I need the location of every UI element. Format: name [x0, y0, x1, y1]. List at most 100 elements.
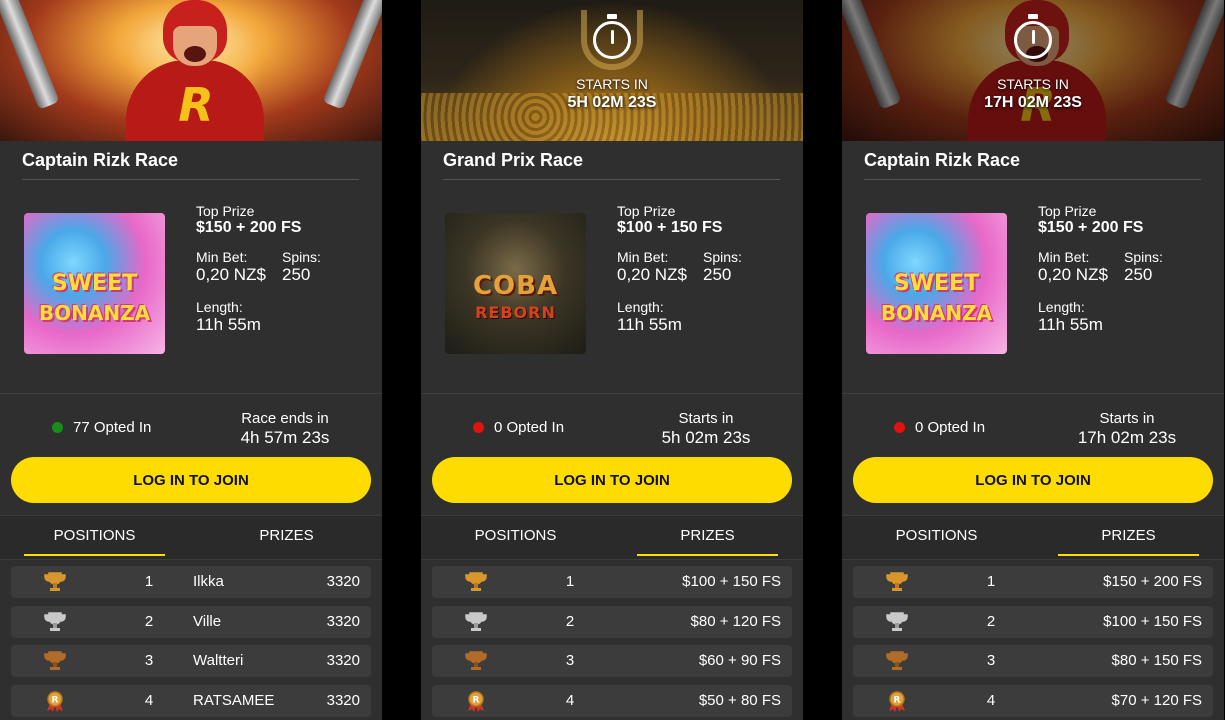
stopwatch-icon	[1013, 14, 1053, 60]
top-prize-label: Top Prize	[1038, 203, 1097, 219]
prize-value: $100 + 150 FS	[1103, 612, 1202, 630]
tab-positions[interactable]: POSITIONS	[445, 527, 586, 544]
opted-in-count: 77 Opted In	[73, 419, 152, 436]
game-logo-line1: SWEET	[893, 271, 980, 296]
prize-row: 2 $80 + 120 FS	[432, 605, 792, 638]
prize-row: 1 $100 + 150 FS	[432, 566, 792, 598]
rank: 2	[986, 612, 996, 630]
active-tab-indicator	[24, 554, 165, 556]
rank: 4	[565, 691, 575, 709]
player-name: RATSAMEE	[193, 691, 275, 709]
game-logo-line1: COBA	[472, 271, 559, 301]
prize-row: 3 $80 + 150 FS	[853, 645, 1213, 677]
race-card: R Captain Rizk Race SWEET BONANZA Top Pr…	[0, 0, 382, 720]
prize-value: $50 + 80 FS	[698, 691, 781, 709]
spins-label: Spins:	[703, 249, 742, 265]
rank: 4	[986, 691, 996, 709]
bronze-trophy-icon	[44, 651, 66, 670]
prize-row: 3 $60 + 90 FS	[432, 645, 792, 677]
starts-in-label: STARTS IN	[576, 76, 648, 92]
prize-value: $150 + 200 FS	[1103, 573, 1202, 590]
tab-prizes[interactable]: PRIZES	[1058, 527, 1199, 544]
race-timer-value: 4h 57m 23s	[240, 428, 330, 447]
starts-in-value: 17H 02M 23S	[984, 94, 1082, 111]
spins-label: Spins:	[1124, 249, 1163, 265]
tab-prizes[interactable]: PRIZES	[216, 527, 357, 544]
prize-row: 2 $100 + 150 FS	[853, 605, 1213, 638]
bronze-trophy-icon	[465, 651, 487, 670]
race-card: STARTS IN 5H 02M 23S Grand Prix Race COB…	[421, 0, 803, 720]
min-bet-label: Min Bet:	[617, 249, 669, 265]
player-score: 3320	[326, 573, 360, 590]
length-label: Length:	[196, 299, 243, 315]
stopwatch-icon	[592, 14, 632, 60]
champagne-bottle-icon	[0, 0, 60, 110]
game-logo-line2: BONANZA	[38, 301, 151, 325]
min-bet-label: Min Bet:	[1038, 249, 1090, 265]
race-timer-label: Starts in	[678, 410, 734, 427]
log-in-to-join-button[interactable]: LOG IN TO JOIN	[432, 457, 792, 503]
game-thumbnail[interactable]: SWEET BONANZA	[866, 213, 1007, 354]
prizes-list: 1 $100 + 150 FS 2 $80 + 120 FS 3 $60 + 9…	[432, 566, 792, 720]
opted-in-status: 77 Opted In	[52, 419, 151, 436]
champagne-bottle-icon	[322, 0, 382, 110]
player-score: 3320	[326, 691, 360, 709]
opted-in-status: 0 Opted In	[473, 419, 564, 436]
opted-in-count: 0 Opted In	[915, 419, 986, 436]
leaderboard-row: R 4 RATSAMEE 3320	[11, 684, 371, 717]
race-timer: Race ends in 4h 57m 23s	[210, 410, 360, 448]
svg-text:R: R	[52, 695, 59, 705]
race-timer-label: Race ends in	[241, 410, 329, 427]
opted-in-status: 0 Opted In	[894, 419, 985, 436]
length-value: 11h 55m	[1038, 315, 1103, 334]
race-timer: Starts in 17h 02m 23s	[1052, 410, 1202, 448]
rank: 1	[144, 573, 154, 590]
race-details: Top Prize $150 + 200 FS Min Bet: 0,20 NZ…	[1038, 203, 1208, 335]
svg-text:R: R	[473, 695, 480, 705]
prize-value: $80 + 150 FS	[1111, 652, 1202, 669]
race-card: R STARTS IN 17H 02M 23S Captain Rizk Rac…	[842, 0, 1224, 720]
tab-bar: POSITIONS PRIZES	[421, 515, 803, 560]
length-label: Length:	[617, 299, 664, 315]
active-tab-indicator	[1058, 554, 1199, 556]
tab-positions[interactable]: POSITIONS	[866, 527, 1007, 544]
captain-rizk-mascot: R	[120, 0, 270, 141]
rank: 2	[565, 612, 575, 630]
gold-trophy-icon	[886, 572, 908, 591]
bronze-trophy-icon	[886, 651, 908, 670]
spins-label: Spins:	[282, 249, 321, 265]
silver-trophy-icon	[465, 611, 487, 631]
player-score: 3320	[326, 612, 360, 630]
prizes-list: 1 $150 + 200 FS 2 $100 + 150 FS 3 $80 + …	[853, 566, 1213, 720]
player-name: Waltteri	[193, 652, 244, 669]
player-name: Ilkka	[193, 573, 224, 590]
tab-bar: POSITIONS PRIZES	[0, 515, 382, 560]
length-value: 11h 55m	[196, 315, 261, 334]
prize-row: 1 $150 + 200 FS	[853, 566, 1213, 598]
game-logo-line2: REBORN	[475, 303, 556, 322]
divider	[864, 179, 1201, 180]
player-name: Ville	[193, 612, 222, 630]
game-thumbnail[interactable]: COBA REBORN	[445, 213, 586, 354]
tab-prizes[interactable]: PRIZES	[637, 527, 778, 544]
race-timer-value: 17h 02m 23s	[1077, 428, 1177, 447]
top-prize-value: $150 + 200 FS	[196, 219, 302, 236]
log-in-to-join-button[interactable]: LOG IN TO JOIN	[11, 457, 371, 503]
tab-positions[interactable]: POSITIONS	[24, 527, 165, 544]
leaderboard-row: 3 Waltteri 3320	[11, 645, 371, 677]
game-thumbnail[interactable]: SWEET BONANZA	[24, 213, 165, 354]
medal-icon: R	[47, 690, 63, 712]
prize-value: $80 + 120 FS	[690, 612, 781, 630]
status-dot-icon	[894, 422, 905, 433]
opted-in-count: 0 Opted In	[494, 419, 565, 436]
log-in-to-join-button[interactable]: LOG IN TO JOIN	[853, 457, 1213, 503]
prize-value: $100 + 150 FS	[682, 573, 781, 590]
prize-row: R 4 $70 + 120 FS	[853, 684, 1213, 717]
rank: 3	[144, 652, 154, 669]
divider	[842, 393, 1224, 394]
race-timer: Starts in 5h 02m 23s	[631, 410, 781, 448]
starts-in-timer: STARTS IN 5H 02M 23S	[421, 14, 803, 112]
top-prize-label: Top Prize	[617, 203, 676, 219]
leaderboard-row: 1 Ilkka 3320	[11, 566, 371, 598]
medal-icon: R	[889, 690, 905, 712]
